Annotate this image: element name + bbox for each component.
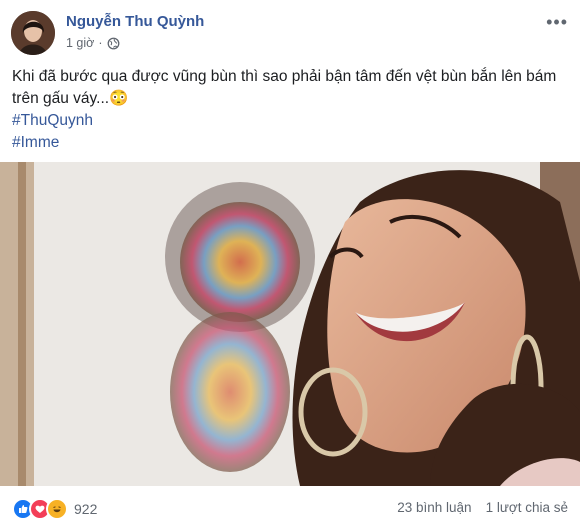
more-options-icon[interactable]: ••• — [546, 12, 568, 33]
hashtag-thuquynh[interactable]: #ThuQuynh — [12, 110, 568, 132]
avatar[interactable] — [11, 11, 55, 55]
globe-icon[interactable] — [107, 37, 120, 50]
hashtag-imme[interactable]: #Imme — [12, 132, 568, 154]
haha-icon — [46, 498, 68, 520]
author-name[interactable]: Nguyễn Thu Quỳnh — [66, 13, 204, 30]
post-text-block: Khi đã bước qua được vũng bùn thì sao ph… — [12, 66, 568, 154]
post-meta: 1 giờ · — [66, 36, 120, 50]
post-photo[interactable] — [0, 162, 580, 486]
shares-count[interactable]: 1 lượt chia sẻ — [486, 500, 568, 515]
post-text: Khi đã bước qua được vũng bùn thì sao ph… — [12, 68, 557, 107]
post-header: Nguyễn Thu Quỳnh 1 giờ · ••• — [0, 0, 580, 60]
reaction-count: 922 — [74, 501, 98, 517]
comments-count[interactable]: 23 bình luận — [397, 500, 471, 515]
post-time[interactable]: 1 giờ — [66, 36, 94, 50]
engagement-stats: 23 bình luận 1 lượt chia sẻ — [397, 500, 568, 515]
reaction-summary[interactable]: 922 — [12, 498, 97, 520]
